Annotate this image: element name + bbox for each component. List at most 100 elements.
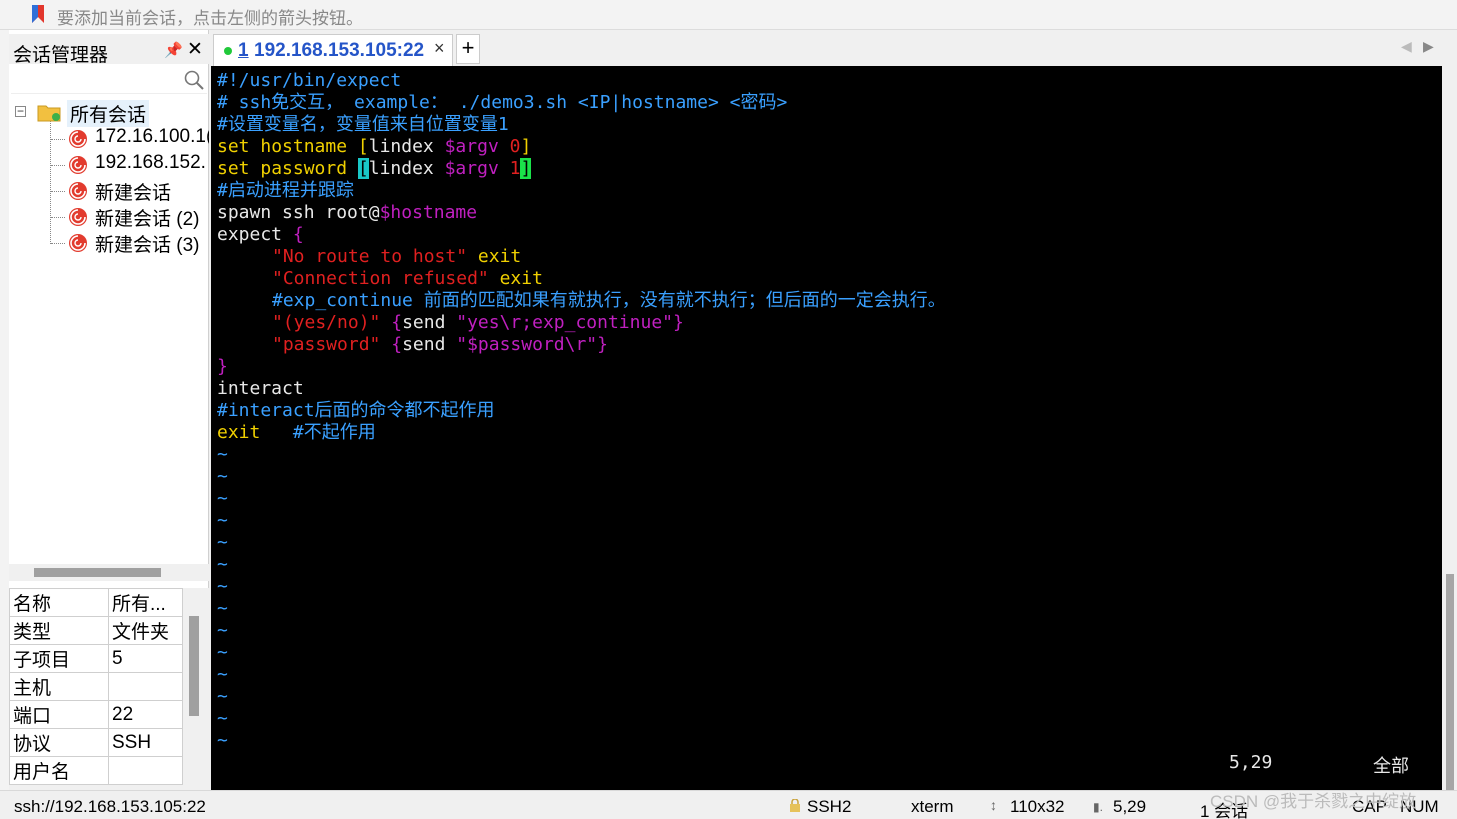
tree-connector (51, 139, 65, 140)
session-add-bar: 要添加当前会话，点击左侧的箭头按钮。 (0, 0, 1457, 30)
tree-item-session[interactable]: 新建会话 (51, 178, 209, 204)
tree-connector (51, 191, 65, 192)
collapse-toggle-icon[interactable]: − (15, 105, 26, 117)
left-edge-strip (0, 30, 9, 790)
tree-item-session[interactable]: 新建会话 (3) (51, 230, 209, 256)
vim-cursor-position: 5,29 (1229, 752, 1273, 773)
terminal-line: #exp_continue 前面的匹配如果有就执行，没有就不执行；但后面的一定会… (272, 290, 946, 311)
session-manager-panel: 会话管理器 📌 ✕ − 所有会话 172.16.100.1(192.168.1… (9, 30, 209, 790)
tree-item-label: 新建会话 (2) (95, 209, 200, 230)
tab-scroll-right-icon[interactable]: ▶ (1423, 38, 1434, 55)
table-row: 协议 SSH (9, 728, 183, 757)
session-properties-grid: 名称 所有... 类型 文件夹 子项目 5 主机 端口 22 协议 SSH 用户名 (9, 588, 209, 790)
add-session-hint: 要添加当前会话，点击左侧的箭头按钮。 (57, 9, 363, 28)
property-value (108, 672, 183, 701)
terminal-line: # ssh免交互， example： ./demo3.sh <IP|hostna… (217, 92, 788, 113)
terminal-line: "Connection refused" exit (272, 268, 543, 289)
terminal-line: set password [lindex $argv 1] (217, 158, 532, 179)
tree-connector (51, 165, 65, 166)
property-key: 用户名 (9, 756, 109, 785)
tree-root-label: 所有会话 (67, 100, 150, 127)
session-icon (69, 130, 87, 148)
terminal-line: #!/usr/bin/expect (217, 70, 402, 91)
properties-scrollbar[interactable] (187, 616, 201, 790)
tree-item-session[interactable]: 172.16.100.1( (51, 126, 209, 152)
empty-line-marker: ~ (217, 576, 228, 597)
terminal-line: } (217, 356, 228, 377)
status-cursor-position: 5,29 (1113, 797, 1147, 816)
new-tab-button[interactable]: + (456, 34, 480, 64)
close-panel-icon[interactable]: ✕ (187, 38, 203, 61)
tree-item-session[interactable]: 新建会话 (2) (51, 204, 209, 230)
session-manager-header: 会话管理器 📌 ✕ (9, 34, 209, 66)
close-tab-icon[interactable]: × (434, 38, 445, 59)
terminal-area[interactable]: #!/usr/bin/expect # ssh免交互， example： ./d… (211, 66, 1442, 790)
empty-line-marker: ~ (217, 708, 228, 729)
terminal-line: #interact后面的命令都不起作用 (217, 400, 495, 421)
bookmark-flag-icon[interactable] (31, 5, 45, 23)
terminal-line: spawn ssh root@$hostname (217, 202, 478, 223)
tree-item-label: 172.16.100.1( (95, 126, 209, 147)
terminal-vertical-scrollbar[interactable] (1442, 66, 1457, 790)
property-key: 端口 (9, 700, 109, 729)
empty-line-marker: ~ (217, 554, 228, 575)
tree-item-session[interactable]: 192.168.152. (51, 152, 209, 178)
scrollbar-thumb[interactable] (1446, 574, 1454, 790)
pin-icon[interactable]: 📌 (164, 41, 183, 59)
terminal-line: "No route to host" exit (272, 246, 522, 267)
session-tab-bar: 1 192.168.153.105:22 × + ◀ ▶ (211, 30, 1457, 66)
terminal-line: #设置变量名，变量值来自位置变量1 (217, 114, 509, 135)
tab-scroll-left-icon[interactable]: ◀ (1401, 38, 1412, 55)
empty-line-marker: ~ (217, 664, 228, 685)
securecrt-window: 要添加当前会话，点击左侧的箭头按钮。 会话管理器 📌 ✕ − 所有会话 172.… (0, 0, 1457, 819)
property-key: 类型 (9, 616, 109, 645)
empty-line-marker: ~ (217, 686, 228, 707)
session-tree: − 所有会话 172.16.100.1( 192.168.152. 新建会话 新… (9, 96, 209, 566)
table-row: 主机 (9, 672, 183, 701)
table-row: 用户名 (9, 756, 183, 785)
property-key: 子项目 (9, 644, 109, 673)
empty-line-marker: ~ (217, 642, 228, 663)
tab-label: 192.168.153.105:22 (254, 40, 425, 61)
tab-active-session[interactable]: 1 192.168.153.105:22 × (213, 34, 453, 66)
status-connection: ssh://192.168.153.105:22 (14, 797, 206, 816)
property-key: 主机 (9, 672, 109, 701)
bracket-match-highlight: [ (357, 158, 369, 179)
session-search-input[interactable] (11, 67, 207, 94)
property-key: 协议 (9, 728, 109, 757)
tab-number: 1 (238, 40, 249, 61)
empty-line-marker: ~ (217, 730, 228, 751)
session-icon (69, 156, 87, 174)
terminal-line: #启动进程并跟踪 (217, 180, 354, 201)
search-icon[interactable] (183, 69, 205, 91)
session-icon (69, 182, 87, 200)
property-value: 文件夹 (108, 616, 183, 645)
terminal-line: set hostname [lindex $argv 0] (217, 136, 532, 157)
text-cursor: ] (520, 158, 532, 179)
tree-connector (51, 243, 65, 244)
scrollbar-thumb[interactable] (34, 568, 161, 577)
table-row: 端口 22 (9, 700, 183, 729)
property-key: 名称 (9, 588, 109, 617)
terminal-line: expect { (217, 224, 304, 245)
empty-line-marker: ~ (217, 620, 228, 641)
connected-status-icon (224, 47, 232, 55)
session-icon (69, 234, 87, 252)
cursor-position-icon: ▮. (1093, 800, 1103, 814)
lock-icon (790, 799, 800, 812)
table-row: 名称 所有... (9, 588, 183, 617)
table-row: 子项目 5 (9, 644, 183, 673)
empty-line-marker: ~ (217, 488, 228, 509)
terminal-line: "(yes/no)" {send "yes\r;exp_continue"} (272, 312, 684, 333)
scrollbar-thumb[interactable] (189, 616, 199, 716)
property-value: 所有... (108, 588, 183, 617)
tree-item-label: 新建会话 (95, 183, 172, 204)
tree-horizontal-scrollbar[interactable] (9, 564, 209, 581)
empty-line-marker: ~ (217, 466, 228, 487)
folder-icon (37, 105, 61, 122)
property-value: SSH (108, 728, 183, 757)
csdn-watermark: CSDN @我于杀戮之中绽放 (1210, 792, 1417, 811)
empty-line-marker: ~ (217, 532, 228, 553)
property-value (108, 756, 183, 785)
terminal-line: interact (217, 378, 304, 399)
